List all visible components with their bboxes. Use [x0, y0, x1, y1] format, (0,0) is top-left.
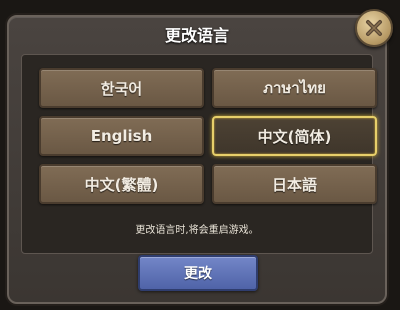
language-option-japanese[interactable]: 日本語	[212, 164, 377, 204]
restart-notice: 更改语言时,将会重启游戏。	[135, 225, 259, 236]
language-option-label: 中文(繁體)	[84, 175, 159, 194]
language-option-label: 한국어	[100, 79, 143, 98]
confirm-change-label: 更改	[184, 266, 212, 282]
language-option-thai[interactable]: ภาษาไทย	[212, 68, 377, 108]
language-option-traditional-chinese[interactable]: 中文(繁體)	[39, 164, 204, 204]
close-icon	[366, 20, 382, 36]
language-option-simplified-chinese[interactable]: 中文(简体)	[212, 116, 377, 156]
language-option-english[interactable]: English	[39, 116, 204, 156]
language-option-label: 日本語	[271, 175, 317, 194]
language-option-label: ภาษาไทย	[263, 79, 326, 97]
close-button[interactable]	[355, 9, 393, 47]
confirm-change-button[interactable]: 更改	[138, 255, 258, 291]
language-option-label: English	[90, 127, 153, 145]
language-panel: 한국어 ภาษาไทย English 中文(简体) 中文(繁體) 日本語 更改…	[21, 54, 377, 254]
language-option-korean[interactable]: 한국어	[39, 68, 204, 108]
dialog-title: 更改语言	[164, 26, 229, 45]
language-dialog: 更改语言 한국어 ภาษาไทย English 中文(简体) 中文(繁體) 日…	[7, 15, 387, 304]
language-option-label: 中文(简体)	[257, 127, 332, 146]
